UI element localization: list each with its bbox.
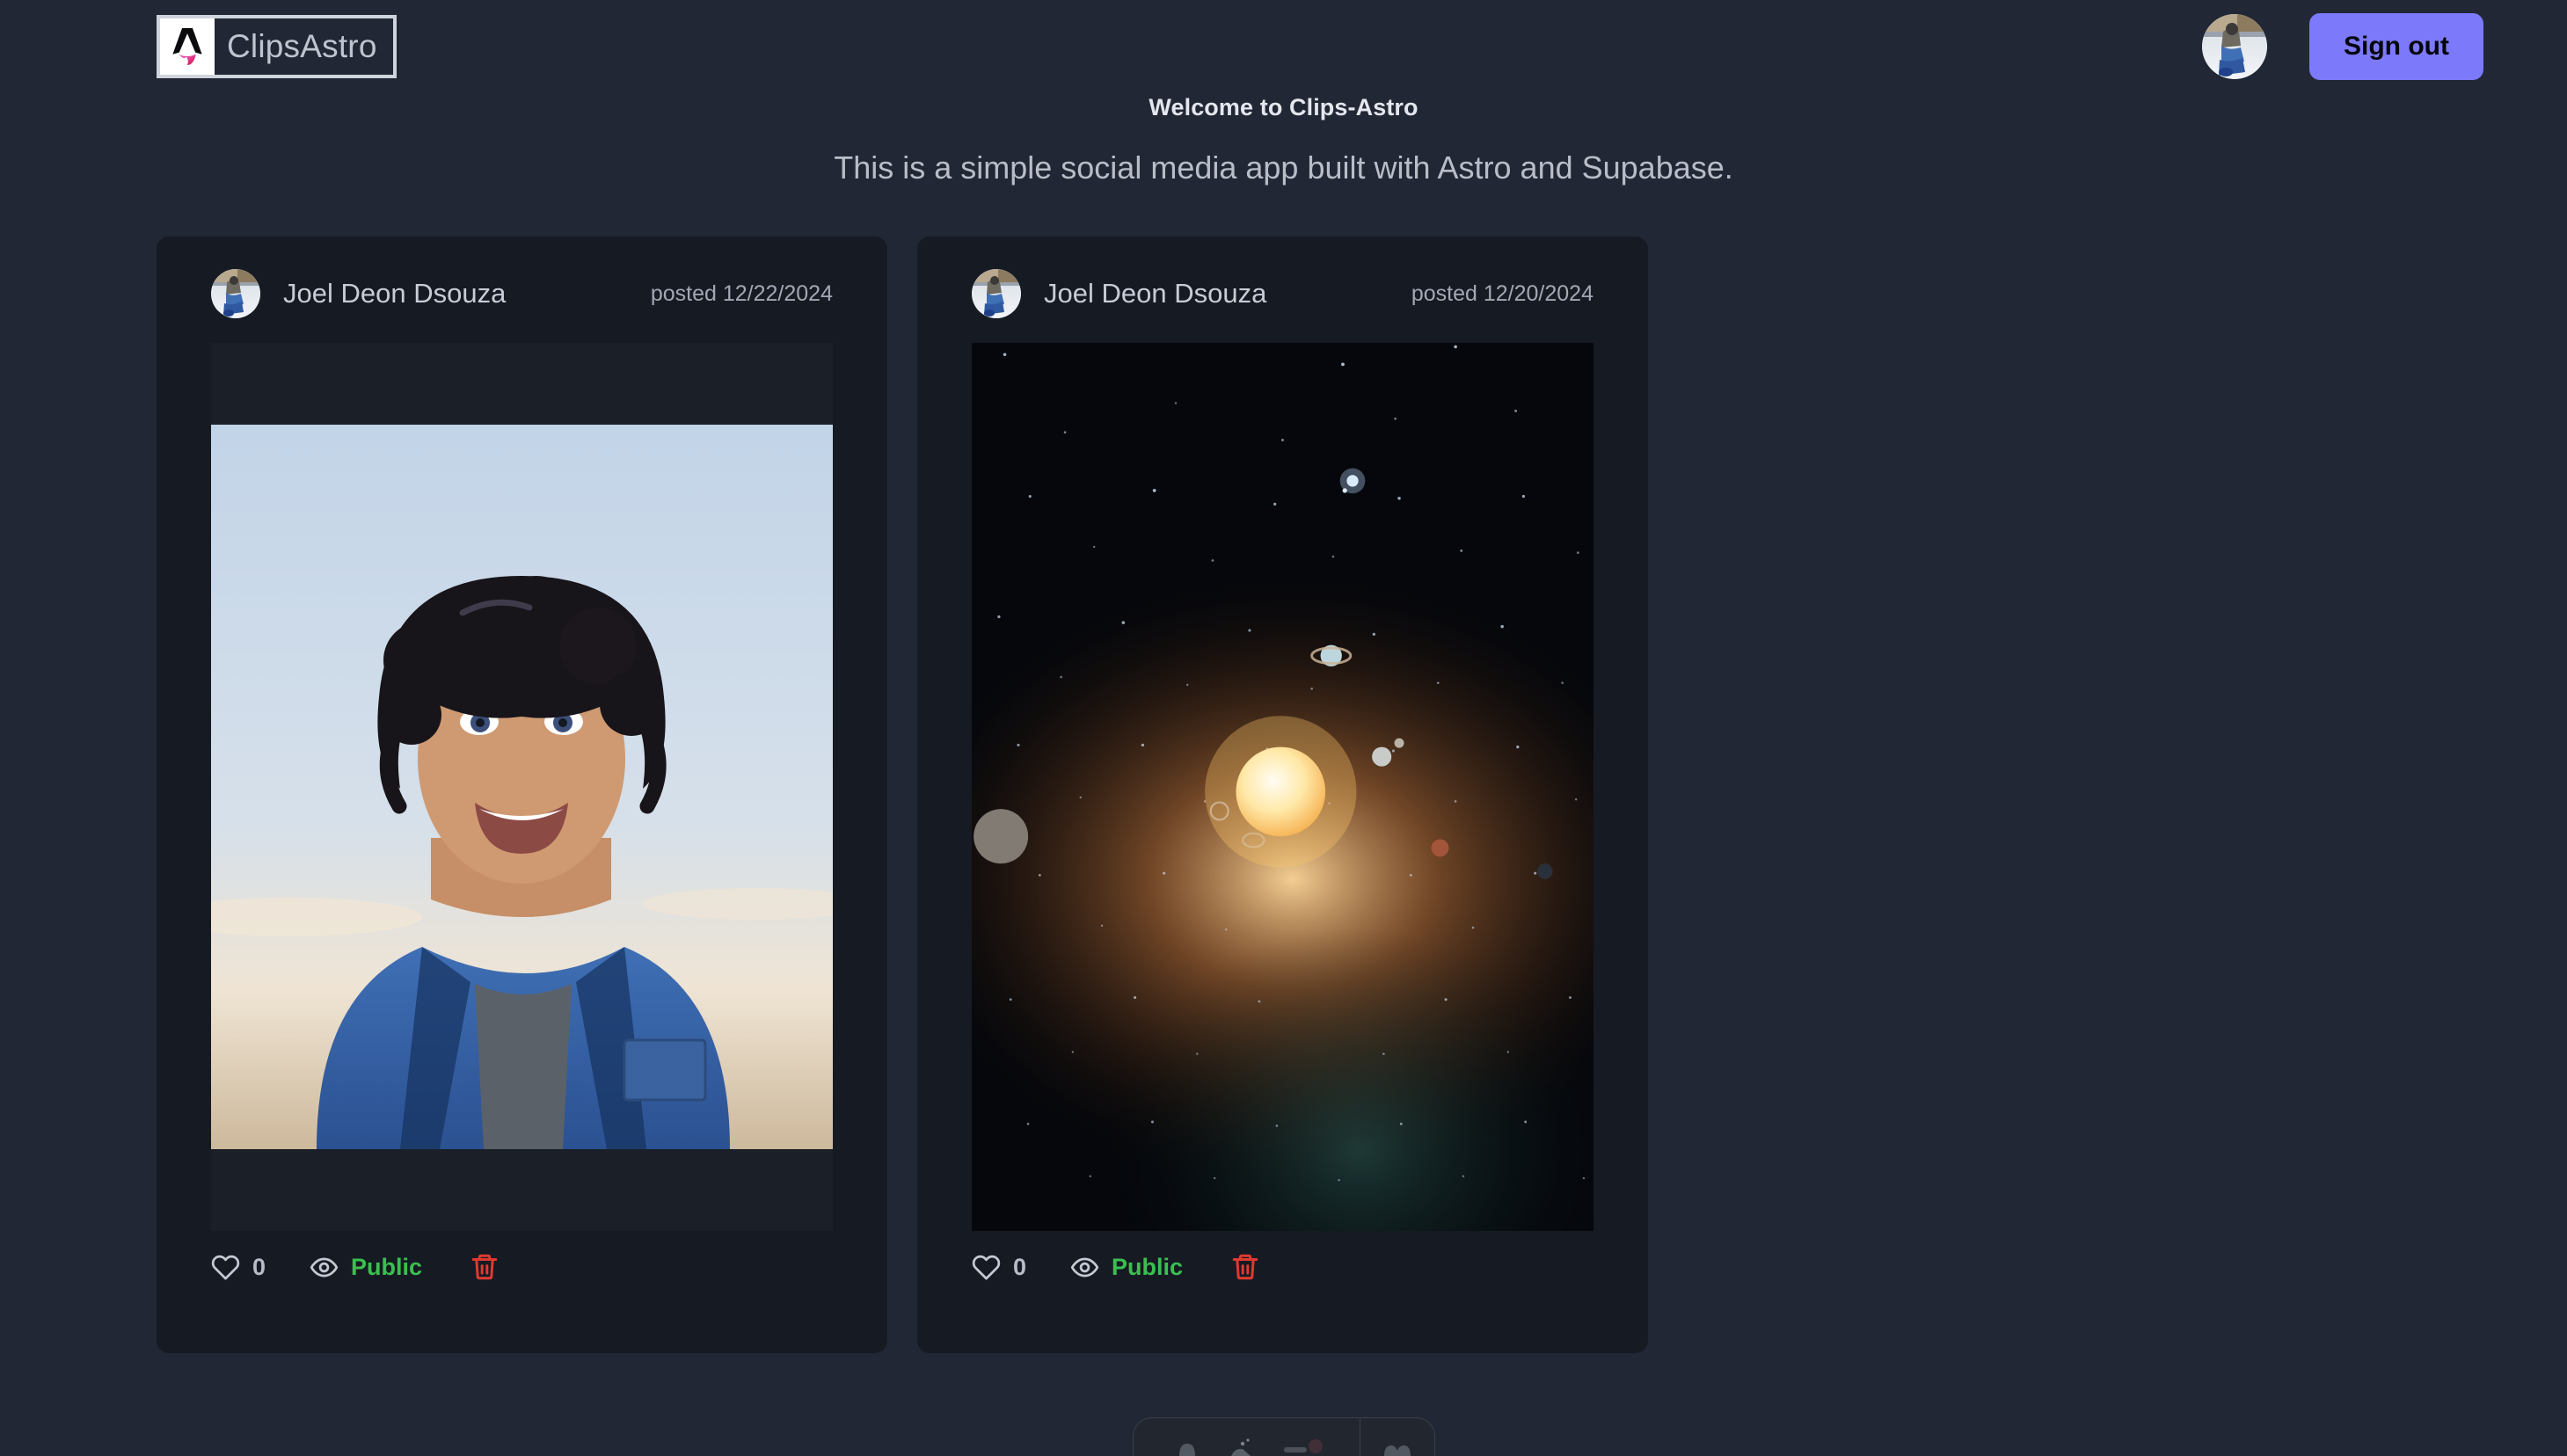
dock-app-icon[interactable]	[1174, 1437, 1200, 1456]
site-header: ClipsAstro Sign out	[0, 0, 2567, 92]
sign-out-button[interactable]: Sign out	[2309, 12, 2483, 80]
post-author: Joel Deon Dsouza	[1044, 278, 1267, 309]
dock-secondary-group	[1360, 1418, 1434, 1456]
post-author: Joel Deon Dsouza	[283, 278, 507, 309]
dock-apps-group	[1134, 1418, 1360, 1456]
floating-dock[interactable]	[1133, 1417, 1435, 1456]
avatar[interactable]	[211, 269, 260, 318]
avatar[interactable]	[2202, 13, 2268, 79]
post-actions: 0 Public	[972, 1231, 1593, 1303]
like-count: 0	[1013, 1253, 1027, 1280]
like-button[interactable]: 0	[211, 1253, 266, 1282]
post-actions: 0 Public	[211, 1231, 833, 1303]
post-image[interactable]	[211, 343, 833, 1231]
brand-logo[interactable]: ClipsAstro	[157, 14, 397, 78]
trash-icon	[1232, 1254, 1258, 1280]
visibility-label: Public	[1112, 1253, 1184, 1280]
page-subtitle: This is a simple social media app built …	[834, 149, 1733, 186]
trash-icon	[471, 1254, 498, 1280]
avatar[interactable]	[972, 269, 1021, 318]
post-date: posted 12/20/2024	[1411, 280, 1593, 306]
post-header: Joel Deon Dsouza posted 12/22/2024	[211, 266, 833, 321]
visibility-toggle[interactable]: Public	[310, 1253, 422, 1282]
dock-app-icon-2[interactable]	[1229, 1437, 1255, 1456]
post-card: Joel Deon Dsouza posted 12/20/2024 0 Pub…	[917, 237, 1648, 1353]
page-title: Welcome to Clips-Astro	[1149, 94, 1418, 120]
visibility-toggle[interactable]: Public	[1070, 1253, 1183, 1282]
post-header: Joel Deon Dsouza posted 12/20/2024	[972, 266, 1593, 321]
post-card: Joel Deon Dsouza posted 12/22/2024 0 Pub…	[157, 237, 887, 1353]
post-date: posted 12/22/2024	[650, 280, 833, 306]
dock-app-icon-3[interactable]	[1283, 1437, 1323, 1456]
eye-icon	[310, 1257, 339, 1277]
delete-button[interactable]	[470, 1252, 500, 1282]
like-button[interactable]: 0	[972, 1253, 1026, 1282]
header-actions: Sign out	[2202, 12, 2483, 80]
eye-icon	[1070, 1257, 1099, 1277]
dock-app-icon-4[interactable]	[1382, 1438, 1412, 1456]
post-image[interactable]	[972, 343, 1593, 1231]
heart-icon	[972, 1255, 1001, 1280]
visibility-label: Public	[351, 1253, 423, 1280]
post-feed: Joel Deon Dsouza posted 12/22/2024 0 Pub…	[0, 237, 2567, 1353]
delete-button[interactable]	[1230, 1252, 1260, 1282]
intro-section: Welcome to Clips-Astro This is a simple …	[0, 92, 2567, 186]
brand-name: ClipsAstro	[227, 27, 377, 64]
like-count: 0	[252, 1253, 266, 1280]
astro-logo-icon	[160, 18, 215, 75]
heart-icon	[211, 1255, 240, 1280]
